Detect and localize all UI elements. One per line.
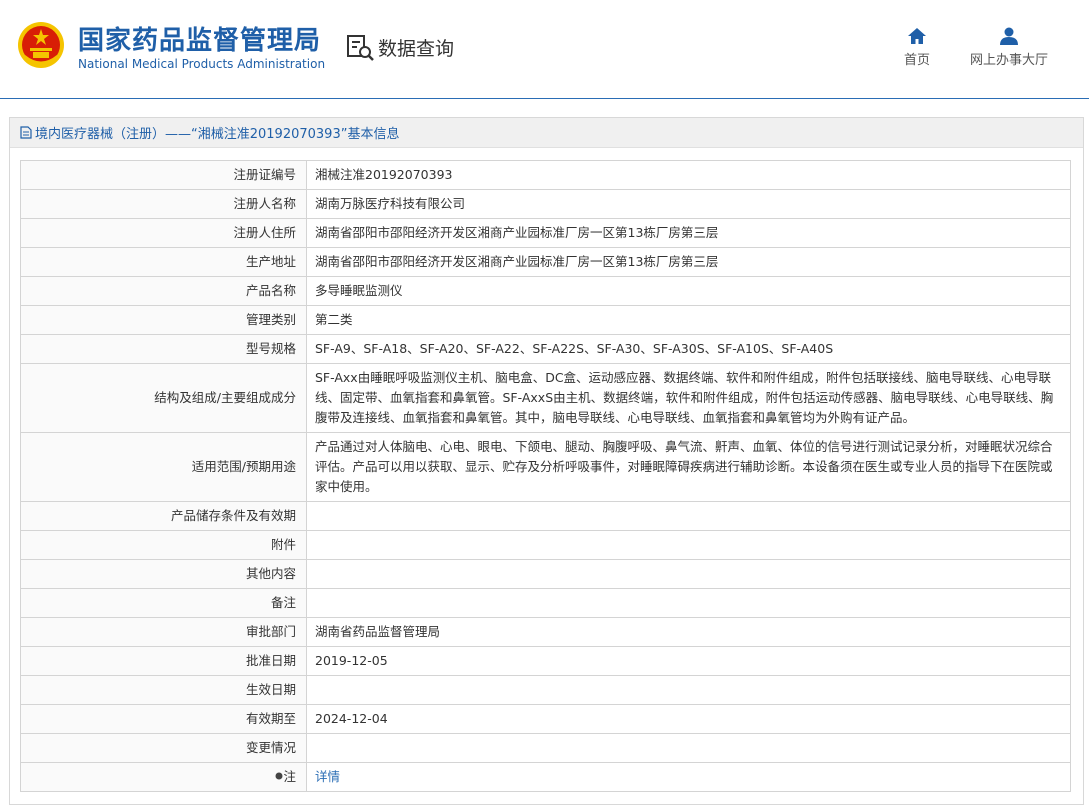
row-key: 备注: [20, 588, 307, 618]
table-row: 附件: [20, 530, 1071, 560]
table-row: 生产地址 湖南省邵阳市邵阳经济开发区湘商产业园标准厂房一区第13栋厂房第三层: [20, 247, 1071, 277]
table-row: 备注: [20, 588, 1071, 618]
org-name-cn: 国家药品监督管理局: [78, 26, 322, 56]
nav-online-label: 网上办事大厅: [970, 53, 1049, 68]
note-value: 详情: [306, 762, 1071, 792]
row-value: 湖南万脉医疗科技有限公司: [306, 189, 1071, 219]
row-key: 其他内容: [20, 559, 307, 589]
table-row-note: 注 详情: [20, 762, 1071, 792]
document-search-icon: [347, 35, 374, 61]
row-key: 注册证编号: [20, 160, 307, 190]
table-row: 批准日期 2019-12-05: [20, 646, 1071, 676]
panel-header: 境内医疗器械（注册）——“湘械注准20192070393”基本信息: [10, 118, 1083, 148]
table-row: 适用范围/预期用途 产品通过对人体脑电、心电、眼电、下颌电、腿动、胸腹呼吸、鼻气流…: [20, 432, 1071, 502]
row-value: [306, 733, 1071, 763]
org-name-en: National Medical Products Administration: [78, 57, 326, 71]
home-icon: [908, 28, 926, 44]
row-key: 附件: [20, 530, 307, 560]
data-query-link[interactable]: 数据查询: [345, 32, 454, 62]
row-key: 产品储存条件及有效期: [20, 501, 307, 531]
detail-panel: 境内医疗器械（注册）——“湘械注准20192070393”基本信息 注册证编号湘…: [9, 117, 1084, 805]
row-value: SF-A9、SF-A18、SF-A20、SF-A22、SF-A22S、SF-A3…: [306, 334, 1071, 364]
row-key: 注册人名称: [20, 189, 307, 219]
note-label: 注: [283, 769, 296, 784]
row-key: 变更情况: [20, 733, 307, 763]
nav-home[interactable]: 首页: [904, 27, 930, 68]
table-row: 变更情况: [20, 733, 1071, 763]
table-row: 结构及组成/主要组成成分 SF-Axx由睡眠呼吸监测仪主机、脑电盒、DC盒、运动感…: [20, 363, 1071, 433]
row-value: 多导睡眠监测仪: [306, 276, 1071, 306]
table-row: 注册证编号 湘械注准20192070393: [20, 160, 1071, 190]
row-value: SF-Axx由睡眠呼吸监测仪主机、脑电盒、DC盒、运动感应器、数据终端、软件和附…: [306, 363, 1071, 433]
row-value: 2019-12-05: [306, 646, 1071, 676]
row-key: 有效期至: [20, 704, 307, 734]
row-key: 适用范围/预期用途: [20, 432, 307, 502]
row-value: 产品通过对人体脑电、心电、眼电、下颌电、腿动、胸腹呼吸、鼻气流、鼾声、血氧、体位…: [306, 432, 1071, 502]
row-key: 批准日期: [20, 646, 307, 676]
info-table: 注册证编号 湘械注准20192070393 注册人名称 湖南万脉医疗科技有限公司 注…: [20, 160, 1071, 792]
national-emblem-icon: [18, 22, 64, 68]
row-value: [306, 501, 1071, 531]
details-link[interactable]: 详情: [315, 769, 340, 784]
row-value: 第二类: [306, 305, 1071, 335]
row-value: [306, 675, 1071, 705]
nav-home-label: 首页: [904, 53, 931, 68]
data-query-label: 数据查询: [378, 37, 455, 60]
row-key: 管理类别: [20, 305, 307, 335]
row-key: 审批部门: [20, 617, 307, 647]
table-row: 产品名称 多导睡眠监测仪: [20, 276, 1071, 306]
row-value: 湖南省邵阳市邵阳经济开发区湘商产业园标准厂房一区第13栋厂房第三层: [306, 218, 1071, 248]
row-value: [306, 559, 1071, 589]
nav-online-service[interactable]: 网上办事大厅: [970, 27, 1048, 68]
document-icon: [20, 126, 32, 139]
row-value: 2024-12-04: [306, 704, 1071, 734]
row-value: 湖南省邵阳市邵阳经济开发区湘商产业园标准厂房一区第13栋厂房第三层: [306, 247, 1071, 277]
panel-title: 境内医疗器械（注册）——“湘械注准20192070393”基本信息: [35, 127, 400, 142]
row-value: [306, 588, 1071, 618]
table-row: 管理类别 第二类: [20, 305, 1071, 335]
table-row: 产品储存条件及有效期: [20, 501, 1071, 531]
row-value: 湘械注准20192070393: [306, 160, 1071, 190]
row-key: 结构及组成/主要组成成分: [20, 363, 307, 433]
table-row: 注册人住所 湖南省邵阳市邵阳经济开发区湘商产业园标准厂房一区第13栋厂房第三层: [20, 218, 1071, 248]
row-key: 产品名称: [20, 276, 307, 306]
user-icon: [1000, 27, 1018, 45]
row-value: 湖南省药品监督管理局: [306, 617, 1071, 647]
table-row: 注册人名称 湖南万脉医疗科技有限公司: [20, 189, 1071, 219]
table-row: 有效期至 2024-12-04: [20, 704, 1071, 734]
note-key: 注: [20, 762, 307, 792]
row-key: 注册人住所: [20, 218, 307, 248]
row-key: 型号规格: [20, 334, 307, 364]
table-row: 审批部门 湖南省药品监督管理局: [20, 617, 1071, 647]
row-key: 生产地址: [20, 247, 307, 277]
row-key: 生效日期: [20, 675, 307, 705]
table-row: 型号规格 SF-A9、SF-A18、SF-A20、SF-A22、SF-A22S、S…: [20, 334, 1071, 364]
row-value: [306, 530, 1071, 560]
table-row: 其他内容: [20, 559, 1071, 589]
table-row: 生效日期: [20, 675, 1071, 705]
site-header: 国家药品监督管理局 National Medical Products Admi…: [0, 0, 1089, 99]
